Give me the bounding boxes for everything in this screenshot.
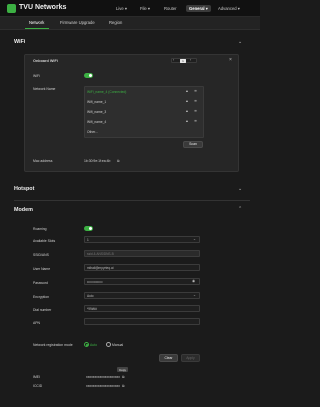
imei-value: xxxxxxxxxxxxxxxxxxxx: [86, 375, 120, 379]
wifi-toggle-label: WiFi: [33, 74, 40, 78]
imei-label: IMEI: [33, 375, 40, 379]
password-value: ••••••••••••••: [87, 280, 103, 284]
scan-button[interactable]: Scan: [183, 141, 203, 148]
chevron-down-icon[interactable]: ⌄: [238, 39, 242, 45]
iccid-value: xxxxxxxxxxxxxxxxxxxx: [86, 384, 120, 388]
chevron-down-icon: ⌄: [193, 293, 197, 297]
mac-address-label: Mac address: [33, 159, 53, 163]
wifi-section-header[interactable]: WiFi: [14, 39, 250, 49]
wifi-signal-icon: ≋: [194, 109, 198, 113]
tab-network[interactable]: Network: [29, 20, 44, 25]
copy-icon[interactable]: ⧉: [122, 384, 125, 388]
nav-file[interactable]: File ▾: [140, 6, 150, 11]
radio-auto[interactable]: [84, 342, 89, 347]
hotspot-section-title: Hotspot: [14, 186, 35, 192]
encryption-value: Auto: [87, 294, 94, 298]
dial-number-label: Dial number: [33, 308, 52, 312]
wifi-signal-icon: ≋: [194, 99, 198, 103]
roaming-label: Roaming: [33, 227, 47, 231]
iccid-label: ICCID: [33, 384, 43, 388]
ssid-label: SSID/ANS: [33, 253, 49, 257]
network-name-label: Network Name: [33, 87, 56, 91]
wifi-section-title: WiFi: [14, 39, 26, 45]
nav-general[interactable]: General ▾: [186, 5, 211, 12]
dial-number-value: *99#ti#: [87, 307, 97, 311]
wifi-toggle[interactable]: [84, 73, 93, 78]
copy-icon[interactable]: ⧉: [122, 375, 125, 379]
brand-name: TVU Networks: [19, 4, 67, 11]
nav-live[interactable]: Live ▾: [116, 6, 127, 11]
lock-icon: 🔒︎: [186, 89, 188, 93]
ssid-placeholder: ssid & ANS/DNS-B: [87, 252, 114, 256]
apply-button[interactable]: Apply: [181, 354, 200, 362]
tab-firmware-upgrade[interactable]: Firmware Upgrade: [60, 20, 95, 25]
registration-mode-label: Network registration mode: [33, 343, 73, 347]
encryption-label: Encryption: [33, 295, 50, 299]
available-slots-select[interactable]: [84, 236, 200, 243]
chevron-left-icon[interactable]: ‹: [173, 58, 174, 62]
nav-advanced[interactable]: Advanced ▾: [218, 6, 240, 11]
copy-tooltip: Copy: [117, 367, 129, 372]
roaming-toggle[interactable]: [84, 226, 93, 231]
nav-router[interactable]: Router: [164, 6, 177, 11]
onboard-wifi-title: Onboard WiFi: [33, 59, 58, 63]
chevron-down-icon: ⌄: [193, 237, 197, 241]
chevron-up-icon[interactable]: ⌃: [238, 206, 242, 212]
network-item-other[interactable]: Other...: [87, 130, 98, 134]
chevron-down-icon[interactable]: ⌄: [238, 186, 242, 192]
available-slots-value: 1: [87, 238, 89, 242]
tab-region[interactable]: Region: [109, 20, 122, 25]
username-value: mihail@mpyrteq.ai: [87, 266, 114, 270]
close-icon[interactable]: ×: [229, 57, 232, 63]
apn-field[interactable]: [84, 318, 200, 325]
encryption-select[interactable]: [84, 292, 200, 299]
network-item[interactable]: Wifi_name_4: [87, 120, 106, 124]
radio-auto-label[interactable]: Auto: [90, 343, 97, 347]
password-label: Password: [33, 281, 48, 285]
eye-icon[interactable]: ◉: [192, 279, 195, 283]
wifi-signal-icon: ≋: [194, 119, 198, 123]
clear-button[interactable]: Clear: [159, 354, 178, 362]
lock-icon: 🔒︎: [186, 99, 188, 103]
network-item[interactable]: Wifi_name_1: [87, 100, 106, 104]
radio-manual-label[interactable]: Manual: [112, 343, 123, 347]
mac-address-value: 1b:30:9e:1f:ea:4b: [84, 159, 111, 163]
modem-section-title: Modem: [14, 207, 33, 213]
chevron-right-icon[interactable]: ›: [190, 58, 191, 62]
active-tab-indicator: [25, 28, 49, 30]
available-slots-label: Available Slots: [33, 239, 56, 243]
lock-icon: 🔒︎: [186, 119, 188, 123]
section-divider: [14, 200, 250, 201]
apn-label: APN: [33, 321, 40, 325]
wifi-signal-icon: ≋: [194, 89, 198, 93]
username-label: User Name: [33, 267, 51, 271]
copy-icon[interactable]: ⧉: [117, 159, 120, 163]
dial-number-field[interactable]: [84, 305, 200, 312]
lock-icon: 🔒︎: [186, 109, 188, 113]
modem-section-header[interactable]: Modem: [14, 207, 250, 217]
network-item[interactable]: Wifi_name_3: [87, 110, 106, 114]
hotspot-section-header[interactable]: Hotspot: [14, 186, 250, 196]
tvu-logo-icon: [7, 4, 16, 13]
network-item-connected[interactable]: WiFi_name_4 (Connected): [87, 90, 126, 94]
wifi-page-number: 1: [180, 58, 186, 63]
radio-manual[interactable]: [106, 342, 111, 347]
